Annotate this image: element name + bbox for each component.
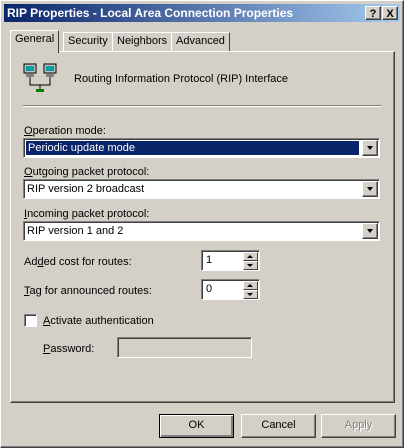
outgoing-protocol-value: RIP version 2 broadcast	[27, 183, 145, 195]
decrement-down-icon[interactable]	[243, 261, 258, 270]
activate-authentication-checkbox[interactable]	[24, 314, 37, 327]
tab-neighbors[interactable]: Neighbors	[112, 32, 173, 51]
dialog-window: RIP Properties - Local Area Connection P…	[0, 0, 404, 448]
operation-mode-value: Periodic update mode	[25, 140, 360, 156]
tag-stepper[interactable]: 0	[201, 279, 260, 300]
added-cost-stepper[interactable]: 1	[201, 250, 260, 271]
rip-interface-heading: Routing Information Protocol (RIP) Inter…	[74, 73, 288, 85]
separator	[23, 105, 381, 107]
apply-button[interactable]: Apply	[321, 414, 396, 438]
chevron-down-icon[interactable]	[362, 140, 378, 156]
ok-button[interactable]: OK	[159, 414, 234, 438]
added-cost-value: 1	[206, 254, 213, 266]
operation-mode-select[interactable]: Periodic update mode	[23, 138, 380, 158]
password-field[interactable]	[117, 337, 252, 358]
network-computers-icon	[23, 63, 57, 92]
decrement-down-icon[interactable]	[243, 290, 258, 299]
tag-value: 0	[206, 283, 213, 295]
outgoing-protocol-label: Outgoing packet protocol:	[24, 166, 150, 178]
window-title: RIP Properties - Local Area Connection P…	[7, 6, 294, 20]
activate-authentication-label[interactable]: Activate authentication	[43, 315, 154, 327]
chevron-down-icon[interactable]	[362, 181, 378, 197]
title-bar[interactable]: RIP Properties - Local Area Connection P…	[4, 4, 400, 22]
outgoing-protocol-select[interactable]: RIP version 2 broadcast	[23, 179, 380, 199]
added-cost-label: Added cost for routes:	[24, 256, 132, 268]
tab-security[interactable]: Security	[63, 32, 113, 51]
increment-up-icon[interactable]	[243, 252, 258, 261]
tag-label: Tag for announced routes:	[24, 285, 152, 297]
help-button[interactable]: ?	[365, 6, 381, 20]
operation-mode-label: Operation mode:	[24, 125, 106, 137]
password-label: Password:	[43, 343, 95, 355]
tab-general[interactable]: General	[10, 30, 60, 53]
incoming-protocol-value: RIP version 1 and 2	[27, 225, 124, 237]
tab-advanced[interactable]: Advanced	[171, 32, 230, 51]
incoming-protocol-label: Incoming packet protocol:	[24, 208, 150, 220]
increment-up-icon[interactable]	[243, 281, 258, 290]
incoming-protocol-select[interactable]: RIP version 1 and 2	[23, 221, 380, 241]
close-button[interactable]: X	[382, 6, 398, 20]
cancel-button[interactable]: Cancel	[241, 414, 316, 438]
chevron-down-icon[interactable]	[362, 223, 378, 239]
